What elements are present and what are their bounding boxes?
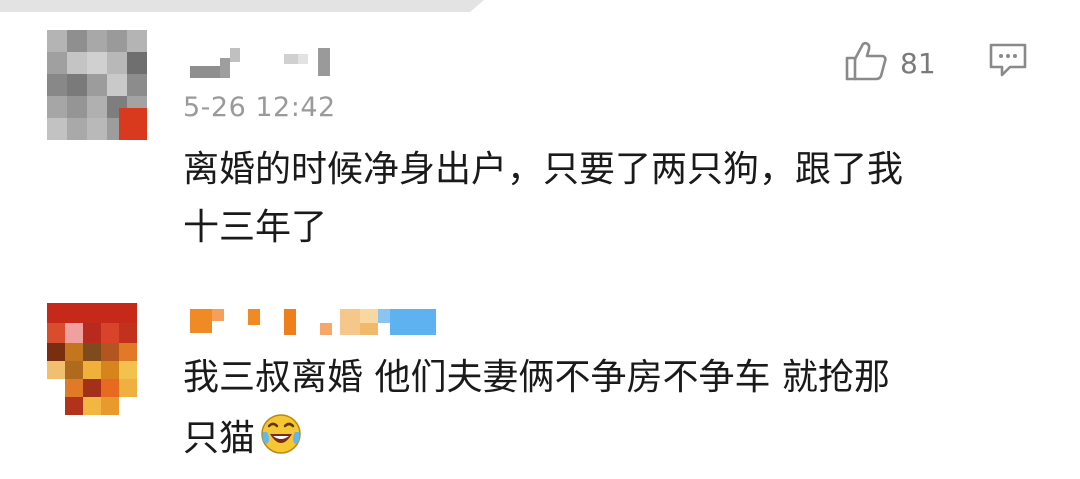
top-divider [0,0,484,12]
laughing-crying-emoji-icon [259,412,303,471]
comment-text-fragment: 只猫 [183,418,256,459]
comment-text-line: 离婚的时候净身出户，只要了两只狗，跟了我 [183,149,904,190]
thumbs-up-icon [844,40,888,86]
reply-button[interactable] [988,42,1028,82]
comment-text-line: 只猫 [183,412,303,471]
comment-timestamp: 5-26 12:42 [183,92,336,123]
avatar[interactable] [47,303,137,415]
username[interactable] [190,48,350,78]
like-button[interactable]: 81 [844,40,936,86]
comment-bubble-icon [988,43,1028,82]
like-count: 81 [900,46,936,80]
avatar[interactable] [47,30,147,140]
comment-text-line: 我三叔离婚 他们夫妻俩不争房不争车 就抢那 [183,357,890,398]
username[interactable] [190,305,450,335]
comment-text-line: 十三年了 [183,207,328,248]
